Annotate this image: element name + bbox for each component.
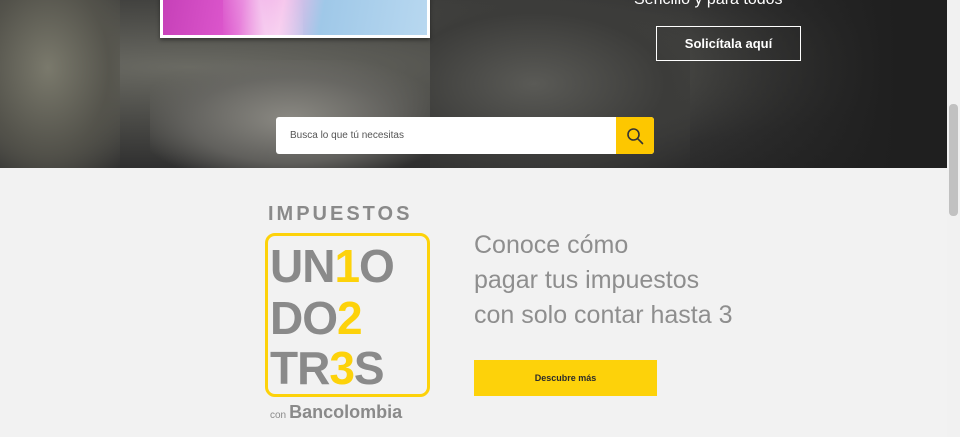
logo-row-2: DO2 <box>270 292 363 344</box>
logo-text: O <box>359 240 395 292</box>
promo-headline: Conoce cómo pagar tus impuestos con solo… <box>474 228 804 333</box>
card-image-highlight <box>223 0 303 35</box>
logo-con: con <box>270 410 287 421</box>
logo-text: TR <box>270 342 330 394</box>
logo-row-3: TR3S <box>270 342 385 394</box>
logo-text: S <box>353 342 385 394</box>
impuestos-logo: IMPUESTOS UN1O DO2 TR3S con Bancolombia <box>262 203 434 423</box>
scrollbar-thumb[interactable] <box>949 104 958 216</box>
search-bar <box>276 117 654 154</box>
promo-headline-line: pagar tus impuestos <box>474 266 700 294</box>
logo-number: 2 <box>337 292 363 344</box>
search-icon <box>627 127 644 144</box>
discover-more-button[interactable]: Descubre más <box>474 360 657 396</box>
logo-text: UN <box>270 240 335 292</box>
logo-title: IMPUESTOS <box>268 203 413 225</box>
logo-text: DO <box>270 292 338 344</box>
promo-headline-line: con solo contar hasta 3 <box>474 301 733 329</box>
promo-headline-line: Conoce cómo <box>474 231 629 259</box>
search-button[interactable] <box>616 117 654 154</box>
hero-banner: Sencillo y para todos Solicítala aquí <box>0 0 947 168</box>
hero-background-shape <box>0 0 120 168</box>
search-input[interactable] <box>276 117 616 154</box>
apply-here-button[interactable]: Solicítala aquí <box>656 26 801 61</box>
page-scrollbar[interactable] <box>947 0 960 437</box>
logo-number: 1 <box>334 240 360 292</box>
logo-brand: con Bancolombia <box>270 402 402 423</box>
card-image <box>160 0 430 38</box>
logo-brand-name: Bancolombia <box>289 402 403 422</box>
hero-tagline: Sencillo y para todos <box>634 0 783 9</box>
logo-number: 3 <box>329 342 355 394</box>
logo-row-1: UN1O <box>270 240 395 292</box>
